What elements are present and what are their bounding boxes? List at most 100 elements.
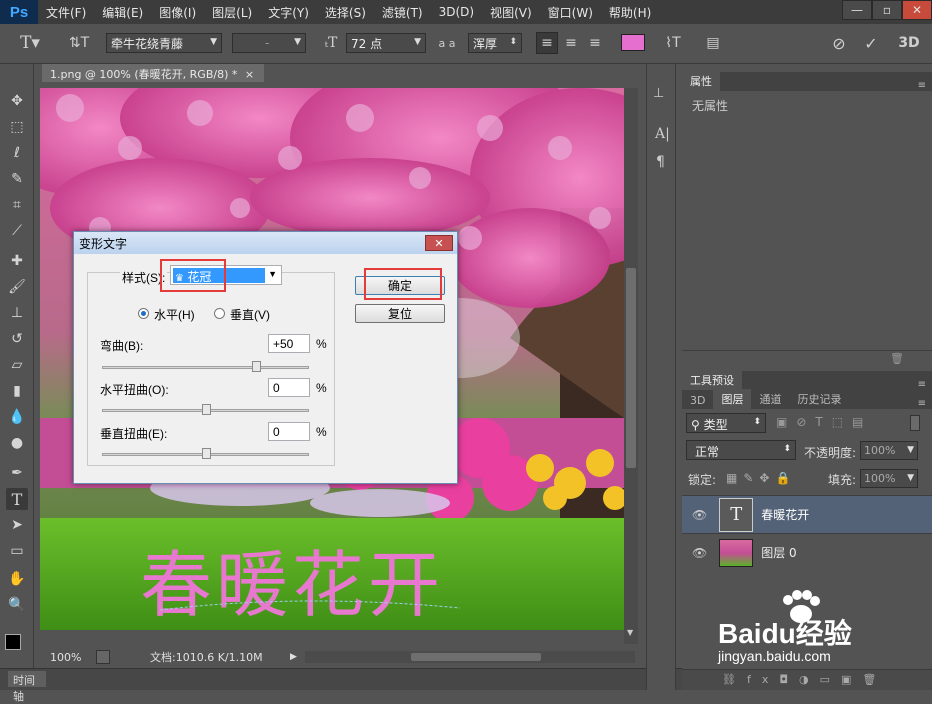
stamp-panel-icon[interactable]: ⊥ (653, 86, 671, 106)
eraser-tool-icon[interactable]: ▱ (6, 354, 28, 376)
history-brush-tool-icon[interactable]: ↺ (6, 328, 28, 350)
status-options-icon[interactable] (96, 650, 110, 664)
layer-row-text[interactable]: 👁 T 春暖花开 (682, 495, 932, 533)
horizontal-scrollbar[interactable] (304, 651, 635, 663)
marquee-tool-icon[interactable]: ⬚ (6, 116, 28, 138)
commit-check-icon[interactable]: ✓ (860, 32, 882, 54)
zoom-tool-icon[interactable]: 🔍 (6, 594, 28, 616)
minimize-button[interactable]: — (842, 0, 872, 20)
scroll-down-arrow-icon[interactable]: ▼ (627, 628, 633, 637)
lock-icons[interactable]: ▦✎✥🔒 (726, 471, 796, 485)
panel-menu-icon[interactable]: ≡ (918, 80, 926, 91)
fill-field[interactable]: 100% ▼ (860, 469, 918, 488)
quick-select-tool-icon[interactable]: ✎ (6, 168, 28, 190)
blur-tool-icon[interactable]: 💧 (6, 406, 28, 428)
hand-tool-icon[interactable]: ✋ (6, 568, 28, 590)
layer-name[interactable]: 图层 0 (761, 544, 796, 561)
vertical-label[interactable]: 垂直(V) (230, 306, 270, 323)
warp-text-icon[interactable]: ⌇T (662, 32, 684, 54)
align-right-icon[interactable]: ≡ (584, 32, 606, 54)
gradient-tool-icon[interactable]: ▮ (6, 380, 28, 402)
v-distort-input[interactable]: 0 (268, 422, 310, 441)
font-family-select[interactable]: 牵牛花绕青藤 ▼ (106, 33, 222, 53)
menu-filter[interactable]: 滤镜(T) (374, 4, 431, 21)
opacity-field[interactable]: 100% ▼ (860, 441, 918, 460)
h-distort-slider[interactable] (102, 404, 309, 415)
menu-edit[interactable]: 编辑(E) (94, 4, 151, 21)
menu-help[interactable]: 帮助(H) (601, 4, 659, 21)
maximize-button[interactable]: ▫ (872, 0, 902, 20)
visibility-eye-icon[interactable]: 👁 (692, 546, 707, 560)
3d-button[interactable]: 3D (896, 32, 922, 54)
reset-button[interactable]: 复位 (355, 304, 445, 323)
layers-footer-icons[interactable]: ⛓fx◘◑▭▣🗑 (682, 669, 932, 690)
bend-slider[interactable] (102, 361, 309, 372)
timeline-tab[interactable]: 时间轴 (8, 671, 46, 703)
v-distort-slider-thumb[interactable] (202, 448, 211, 459)
anti-alias-select[interactable]: 浑厚 ⬍ (468, 33, 522, 53)
tab-layers[interactable]: 图层 (713, 389, 752, 409)
menu-layer[interactable]: 图层(L) (204, 4, 260, 21)
paragraph-icon[interactable]: ¶ (656, 154, 674, 174)
move-tool-icon[interactable]: ✥ (6, 90, 28, 112)
crop-tool-icon[interactable]: ⌗ (6, 194, 28, 216)
align-center-icon[interactable]: ≡ (560, 32, 582, 54)
close-window-button[interactable]: ✕ (902, 0, 932, 20)
v-distort-slider[interactable] (102, 448, 309, 459)
menu-file[interactable]: 文件(F) (38, 4, 94, 21)
bend-input[interactable]: +50 (268, 334, 310, 353)
font-size-select[interactable]: 72 点 ▼ (346, 33, 426, 53)
dialog-titlebar[interactable]: 变形文字 ✕ (74, 232, 457, 254)
menu-type[interactable]: 文字(Y) (260, 4, 317, 21)
menu-window[interactable]: 窗口(W) (540, 4, 601, 21)
zoom-level[interactable]: 100% (50, 651, 90, 664)
tab-channels[interactable]: 通道 (751, 389, 789, 409)
clone-stamp-tool-icon[interactable]: ⊥ (6, 302, 28, 324)
lasso-tool-icon[interactable]: ℓ (6, 142, 28, 164)
path-select-tool-icon[interactable]: ➤ (6, 514, 28, 536)
foreground-color-swatch[interactable] (5, 634, 21, 650)
horizontal-scroll-thumb[interactable] (410, 653, 541, 661)
type-tool-preset-icon[interactable]: T▾ (10, 32, 50, 54)
toggle-orientation-icon[interactable]: ⇅T (68, 32, 90, 54)
tab-3d[interactable]: 3D (682, 392, 713, 409)
layer-filter-select[interactable]: ⚲ 类型 ⬍ (686, 413, 766, 433)
tab-tool-presets[interactable]: 工具预设 (682, 370, 742, 390)
tool-presets-menu-icon[interactable]: ≡ (918, 379, 926, 390)
visibility-eye-icon[interactable]: 👁 (692, 508, 707, 522)
document-tab[interactable]: 1.png @ 100% (春暖花开, RGB/8) * × (42, 64, 264, 82)
status-menu-arrow-icon[interactable]: ▶ (290, 652, 297, 662)
brush-tool-icon[interactable]: 🖌 (6, 276, 28, 298)
text-color-swatch[interactable] (621, 34, 645, 51)
vertical-radio[interactable] (214, 308, 225, 319)
dialog-close-icon[interactable]: ✕ (425, 235, 453, 251)
layer-filter-icons[interactable]: ▣⊘T⬚▤ (776, 415, 872, 429)
horizontal-radio[interactable] (138, 308, 149, 319)
menu-image[interactable]: 图像(I) (151, 4, 204, 21)
character-panel-icon[interactable]: ▤ (702, 32, 724, 54)
horizontal-label[interactable]: 水平(H) (154, 306, 195, 323)
delete-icon[interactable]: 🗑 (890, 352, 904, 365)
h-distort-input[interactable]: 0 (268, 378, 310, 397)
type-tool-icon[interactable]: T (6, 488, 28, 510)
canvas-vertical-scrollbar[interactable]: ▼ (624, 88, 638, 644)
pen-tool-icon[interactable]: ✒ (6, 462, 28, 484)
menu-view[interactable]: 视图(V) (482, 4, 540, 21)
tab-history[interactable]: 历史记录 (789, 389, 849, 409)
blend-mode-select[interactable]: 正常 ⬍ (686, 440, 796, 460)
vertical-scroll-thumb[interactable] (626, 268, 636, 468)
character-icon[interactable]: A| (655, 126, 673, 146)
close-tab-icon[interactable]: × (245, 68, 254, 81)
bend-slider-thumb[interactable] (251, 361, 261, 372)
layers-menu-icon[interactable]: ≡ (918, 398, 926, 409)
eyedropper-tool-icon[interactable]: ⟋ (6, 220, 28, 242)
filter-toggle[interactable] (910, 415, 920, 431)
menu-3d[interactable]: 3D(D) (431, 5, 482, 19)
font-style-select[interactable]: - ▼ (232, 33, 306, 53)
shape-tool-icon[interactable]: ▭ (6, 540, 28, 562)
healing-brush-tool-icon[interactable]: ✚ (6, 250, 28, 272)
layer-name[interactable]: 春暖花开 (761, 506, 809, 523)
dodge-tool-icon[interactable]: ● (6, 432, 28, 454)
align-left-icon[interactable]: ≡ (536, 32, 558, 54)
tab-properties[interactable]: 属性 (682, 71, 720, 91)
